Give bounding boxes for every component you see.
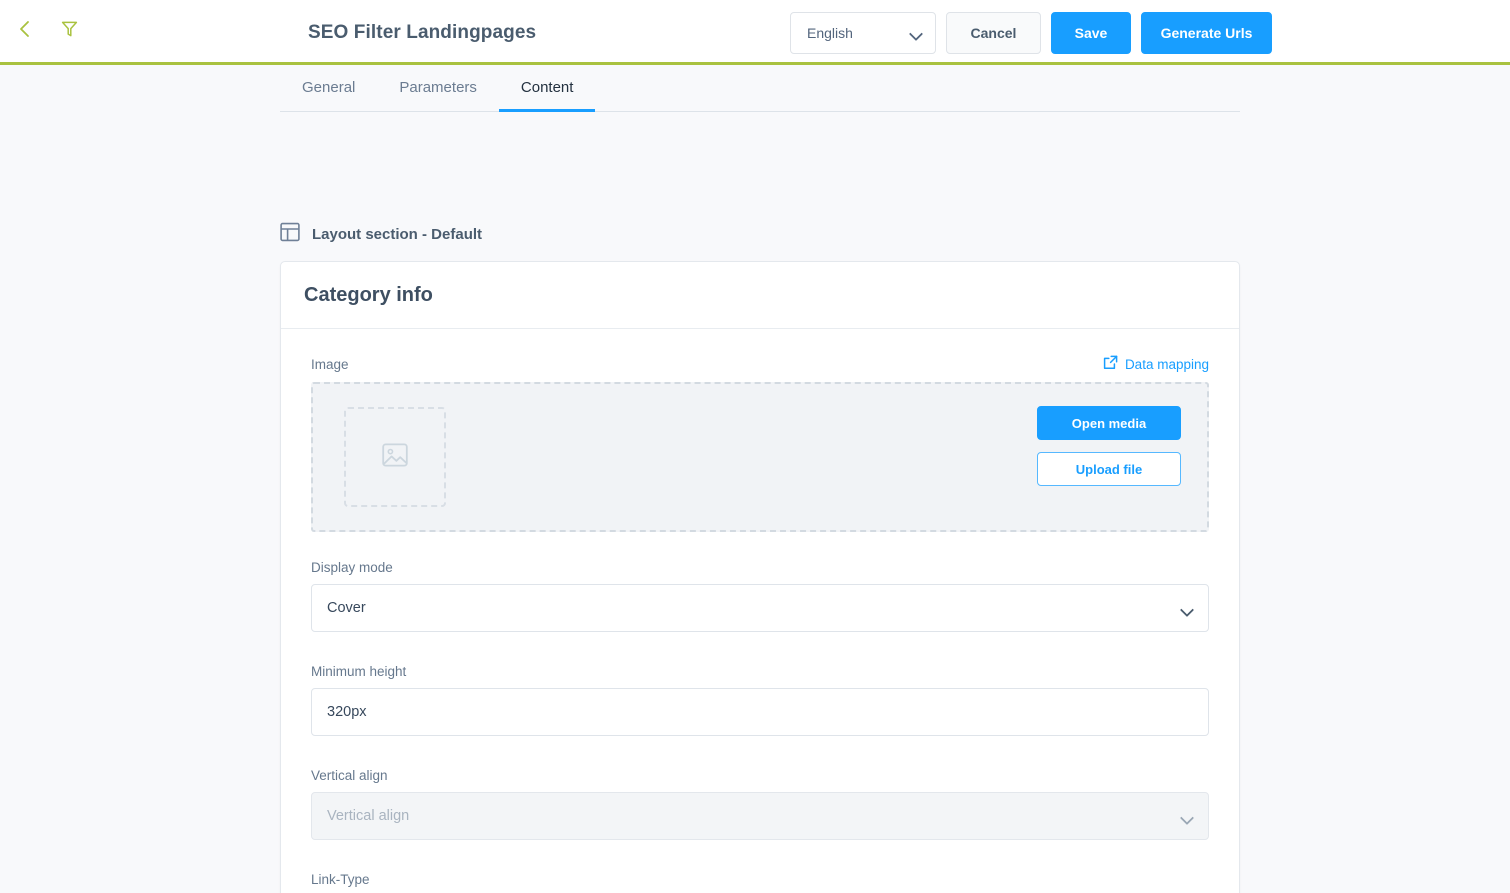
- layout-section-label: Layout section - Default: [312, 226, 483, 243]
- card-body: Image Data mapping Open media Upload fil…: [281, 329, 1239, 893]
- language-select[interactable]: English: [790, 11, 936, 54]
- top-bar: SEO Filter Landingpages English Cancel S…: [0, 0, 1510, 65]
- vertical-align-select: Vertical align: [311, 792, 1209, 840]
- image-dropzone[interactable]: Open media Upload file: [311, 382, 1209, 532]
- open-media-button[interactable]: Open media: [1037, 406, 1181, 440]
- tab-content[interactable]: Content: [498, 65, 596, 112]
- tab-general[interactable]: General: [280, 65, 377, 112]
- back-button[interactable]: [10, 16, 40, 46]
- cancel-button[interactable]: Cancel: [946, 11, 1041, 54]
- image-field: Image Data mapping Open media Upload fil…: [311, 355, 1209, 532]
- tab-parameters[interactable]: Parameters: [377, 65, 499, 112]
- vertical-align-field: Vertical align Vertical align: [311, 768, 1209, 840]
- page-title: SEO Filter Landingpages: [308, 21, 537, 43]
- data-mapping-link[interactable]: Data mapping: [1103, 355, 1209, 373]
- vertical-align-label-row: Vertical align: [311, 768, 1209, 783]
- link-type-label: Link-Type: [311, 872, 370, 887]
- link-type-field: Link-Type URL: [311, 872, 1209, 893]
- save-button[interactable]: Save: [1051, 11, 1131, 54]
- upload-file-button[interactable]: Upload file: [1037, 452, 1181, 486]
- vertical-align-placeholder: Vertical align: [327, 808, 410, 824]
- funnel-icon: [61, 20, 78, 43]
- layout-section-heading: Layout section - Default: [280, 222, 482, 247]
- display-mode-label-row: Display mode: [311, 560, 1209, 575]
- category-info-card: Category info Image Data mapping Open me…: [280, 261, 1240, 893]
- top-bar-actions: English Cancel Save Generate Urls: [790, 0, 1272, 65]
- filter-button[interactable]: [54, 16, 84, 46]
- display-mode-select[interactable]: Cover: [311, 584, 1209, 632]
- minimum-height-field: Minimum height 320px: [311, 664, 1209, 736]
- link-type-label-row: Link-Type: [311, 872, 1209, 887]
- external-link-icon: [1103, 355, 1118, 373]
- minimum-height-label-row: Minimum height: [311, 664, 1209, 679]
- card-title: Category info: [304, 283, 433, 306]
- image-field-header: Image Data mapping: [311, 355, 1209, 373]
- media-actions: Open media Upload file: [1037, 406, 1181, 486]
- image-thumbnail-slot[interactable]: [344, 407, 446, 507]
- chevron-left-icon: [17, 20, 33, 43]
- tab-bar: General Parameters Content: [280, 65, 1240, 112]
- display-mode-field: Display mode Cover: [311, 560, 1209, 632]
- chevron-down-icon: [911, 29, 922, 36]
- data-mapping-label: Data mapping: [1124, 356, 1209, 372]
- top-bar-left-icons: [0, 16, 84, 46]
- chevron-down-icon: [1182, 813, 1193, 820]
- image-placeholder-icon: [381, 441, 409, 474]
- image-label: Image: [311, 356, 349, 372]
- language-select-value: English: [807, 24, 853, 41]
- display-mode-label: Display mode: [311, 560, 393, 575]
- minimum-height-label: Minimum height: [311, 664, 407, 679]
- display-mode-value: Cover: [327, 600, 366, 616]
- vertical-align-label: Vertical align: [311, 768, 388, 783]
- generate-urls-button[interactable]: Generate Urls: [1141, 11, 1272, 54]
- minimum-height-input[interactable]: 320px: [311, 688, 1209, 736]
- chevron-down-icon: [1182, 605, 1193, 612]
- card-header: Category info: [281, 262, 1239, 329]
- content-area: General Parameters Content Layout sectio…: [0, 65, 1510, 893]
- layout-icon: [280, 222, 300, 247]
